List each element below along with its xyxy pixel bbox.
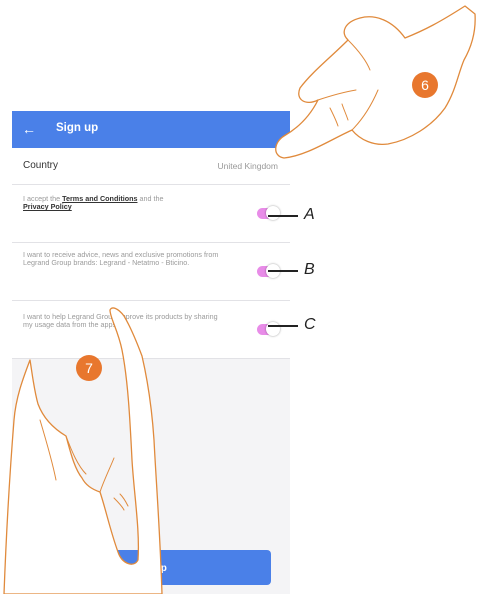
sign-up-button[interactable]: Sign up: [26, 550, 271, 585]
consent-row-usage-data: I want to help Legrand Group improve its…: [12, 301, 290, 359]
consent-row-marketing: I want to receive advice, news and exclu…: [12, 243, 290, 301]
terms-link[interactable]: Terms and Conditions: [62, 194, 137, 203]
phone-screen: ← Sign up Country United Kingdom I accep…: [12, 111, 290, 594]
callout-line-c: [268, 325, 298, 327]
terms-toggle[interactable]: [257, 206, 280, 220]
country-label: Country: [23, 160, 59, 171]
app-bar: ← Sign up: [12, 111, 290, 148]
consent-row-terms: I accept the Terms and Conditions and th…: [12, 185, 290, 243]
step-badge-7: 7: [76, 355, 102, 381]
privacy-policy-link[interactable]: Privacy Policy: [23, 202, 72, 211]
marketing-consent-text: I want to receive advice, news and exclu…: [23, 250, 219, 268]
country-value: United Kingdom: [217, 161, 278, 171]
callout-label-b: B: [304, 261, 315, 278]
country-row[interactable]: Country United Kingdom: [12, 148, 290, 185]
step-badge-6: 6: [412, 72, 438, 98]
callout-label-a: A: [304, 206, 315, 223]
page-title: Sign up: [56, 122, 99, 134]
terms-consent-text: I accept the Terms and Conditions and th…: [23, 194, 228, 212]
callout-line-a: [268, 215, 298, 217]
marketing-toggle[interactable]: [257, 264, 280, 278]
usage-data-consent-text: I want to help Legrand Group improve its…: [23, 312, 218, 330]
callout-label-c: C: [304, 316, 316, 333]
terms-middle: and the: [137, 194, 164, 203]
toggle-knob: [266, 206, 280, 220]
callout-line-b: [268, 270, 298, 272]
back-arrow-icon[interactable]: ←: [22, 120, 38, 138]
